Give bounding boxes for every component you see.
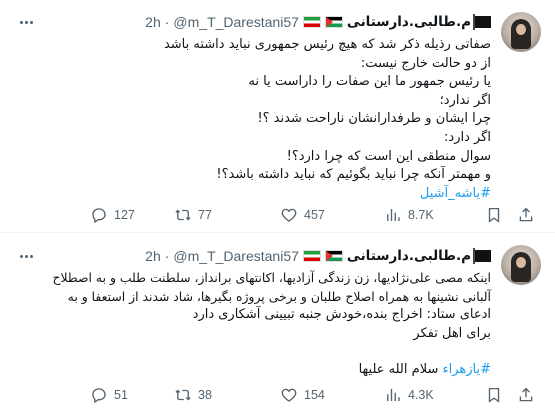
bookmark-icon[interactable]: [485, 386, 503, 404]
timestamp[interactable]: 2h: [145, 248, 161, 264]
hashtag-link[interactable]: #یازهراء: [442, 362, 491, 377]
reply-icon: [92, 388, 106, 404]
iran-flag-icon: [302, 16, 321, 28]
tweet-line: اینکه مصی علی‌نژادیها، زن زندگی آزادیها،…: [52, 270, 491, 285]
tweet-line: ادعای ستاد: اخراج بنده،خودش جنبه تبیینی …: [192, 307, 491, 323]
bookmark-share-group: [485, 383, 535, 407]
repost-icon: [175, 389, 191, 401]
reply-count: 51: [114, 388, 128, 402]
like-count: 154: [304, 388, 325, 402]
tweet-line: برای اهل تفکر: [413, 325, 491, 341]
share-icon[interactable]: [517, 206, 535, 224]
iran-flag-icon: [302, 250, 321, 262]
tweet-line: سوال منطقی این است که چرا دارد؟!: [286, 148, 491, 164]
like-icon: [281, 388, 297, 402]
separator-dot: ·: [164, 248, 170, 264]
views-button[interactable]: 4.3K: [384, 383, 434, 407]
author-name[interactable]: م.طالبی.دارستانی: [347, 14, 471, 30]
tweet-line: و مهمتر آنکه چرا نباید بگوئیم که نباید د…: [216, 167, 491, 183]
reply-button[interactable]: 127: [90, 203, 135, 227]
like-count: 457: [304, 208, 325, 222]
avatar[interactable]: [501, 12, 541, 52]
author-handle[interactable]: @m_T_Darestani57: [173, 248, 299, 264]
tweet-line: آلبانی نشینها به همراه اصلاح طلبان و برخ…: [67, 288, 491, 304]
tweet-header: م.طالبی.دارستانی @m_T_Darestani57 · 2h: [145, 11, 491, 33]
avatar[interactable]: [501, 245, 541, 285]
reply-count: 127: [114, 208, 135, 222]
tweet-header: م.طالبی.دارستانی @m_T_Darestani57 · 2h: [145, 245, 491, 267]
more-icon[interactable]: [14, 12, 38, 32]
repost-icon: [175, 209, 191, 221]
bookmark-share-group: [485, 203, 535, 227]
repost-count: 38: [198, 388, 212, 402]
black-flag-icon: [473, 248, 491, 264]
tweet-text: اینکه مصی علی‌نژادیها، زن زندگی آزادیها،…: [21, 269, 491, 380]
share-icon[interactable]: [517, 386, 535, 404]
author-name[interactable]: م.طالبی.دارستانی: [347, 248, 471, 264]
repost-count: 77: [198, 208, 212, 222]
like-icon: [281, 208, 297, 222]
hashtag-line: #یازهراء سلام الله علیها: [21, 361, 491, 380]
tweet-1[interactable]: م.طالبی.دارستانی @m_T_Darestani57 · 2h ص…: [0, 0, 555, 233]
views-icon: [387, 389, 400, 401]
tweet-line: یا رئیس جمهور ما این صفات را داراست یا ن…: [248, 74, 491, 90]
views-count: 4.3K: [408, 388, 434, 402]
palestine-flag-icon: [324, 16, 343, 28]
views-count: 8.7K: [408, 208, 434, 222]
author-handle[interactable]: @m_T_Darestani57: [173, 14, 299, 30]
timestamp[interactable]: 2h: [145, 14, 161, 30]
repost-button[interactable]: 38: [174, 383, 212, 407]
action-bar: 51 38 154 4.3K: [70, 383, 540, 407]
like-button[interactable]: 154: [280, 383, 325, 407]
action-bar: 127 77 457 8.7K: [70, 203, 540, 227]
reply-icon: [92, 208, 106, 224]
like-button[interactable]: 457: [280, 203, 325, 227]
tweet-line: اگر ندارد؛: [439, 92, 491, 108]
black-flag-icon: [473, 14, 491, 30]
reply-button[interactable]: 51: [90, 383, 128, 407]
more-icon[interactable]: [14, 246, 38, 266]
tweet-line: از دو حالت خارج نیست:: [360, 55, 491, 71]
repost-button[interactable]: 77: [174, 203, 212, 227]
palestine-flag-icon: [324, 250, 343, 262]
tweet-2[interactable]: م.طالبی.دارستانی @m_T_Darestani57 · 2h ا…: [0, 233, 555, 414]
tweet-text: صفاتی رذیله ذکر شد که هیچ رئیس جمهوری نب…: [21, 36, 491, 203]
tweet-line: اگر دارد:: [444, 129, 491, 145]
views-button[interactable]: 8.7K: [384, 203, 434, 227]
bookmark-icon[interactable]: [485, 206, 503, 224]
separator-dot: ·: [164, 14, 170, 30]
tweet-line: صفاتی رذیله ذکر شد که هیچ رئیس جمهوری نب…: [163, 37, 491, 52]
hashtag-suffix: سلام الله علیها: [358, 362, 443, 378]
hashtag-link[interactable]: #یاشه_آشیل: [21, 185, 491, 204]
tweet-line: چرا ایشان و طرفدارانشان ناراحت شدند ؟!: [257, 111, 491, 127]
views-icon: [387, 209, 400, 221]
